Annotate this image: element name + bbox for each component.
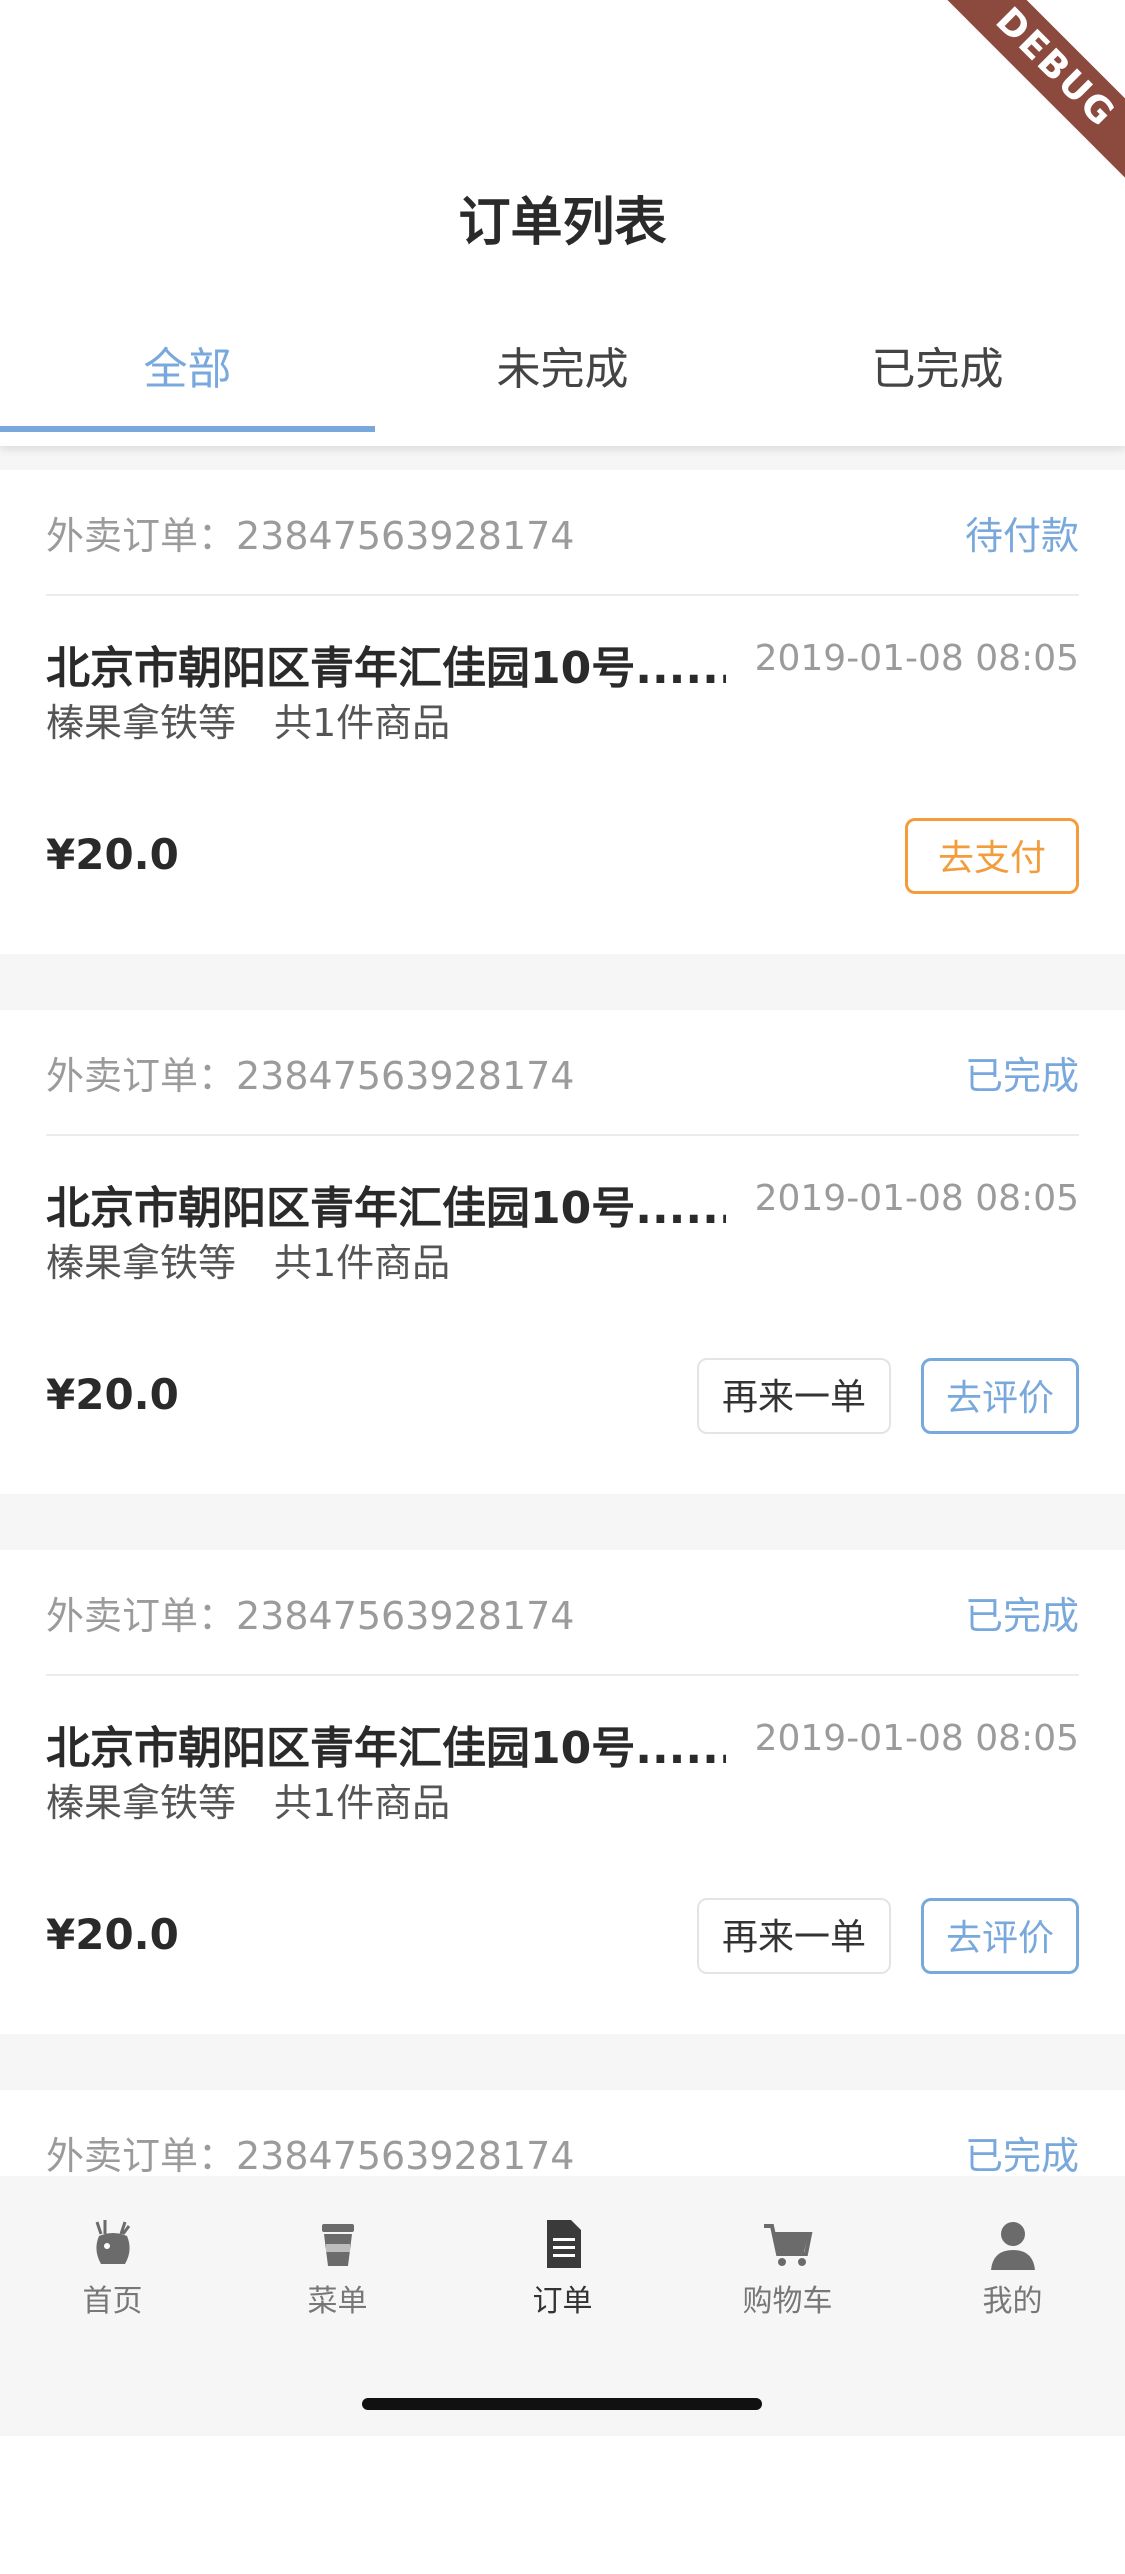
order-price: ¥20.0 bbox=[46, 1370, 179, 1419]
order-card-header: 外卖订单：23847563928174 已完成 bbox=[46, 1550, 1079, 1676]
review-button[interactable]: 去评价 bbox=[921, 1898, 1079, 1974]
cart-icon bbox=[763, 2224, 812, 2266]
order-actions: 再来一单 去评价 bbox=[697, 1358, 1079, 1434]
tabbar-label: 首页 bbox=[82, 2284, 143, 2319]
tabbar-label: 订单 bbox=[532, 2284, 593, 2319]
order-tabs: 全部 未完成 已完成 bbox=[0, 320, 1125, 440]
order-number: 外卖订单：23847563928174 bbox=[46, 513, 575, 558]
tab-finished[interactable]: 已完成 bbox=[750, 320, 1125, 440]
coffee-cup-icon bbox=[321, 2224, 354, 2266]
review-button[interactable]: 去评价 bbox=[921, 1358, 1079, 1434]
order-status: 待付款 bbox=[964, 513, 1079, 558]
order-actions: 再来一单 去评价 bbox=[697, 1898, 1079, 1974]
order-card-header: 外卖订单：23847563928174 已完成 bbox=[46, 1010, 1079, 1136]
tab-unfinished[interactable]: 未完成 bbox=[375, 320, 750, 440]
tabbar-item-cart[interactable]: 购物车 bbox=[675, 2216, 900, 2346]
reorder-button[interactable]: 再来一单 bbox=[697, 1358, 891, 1434]
tab-all[interactable]: 全部 bbox=[0, 320, 375, 440]
order-price: ¥20.0 bbox=[46, 830, 179, 879]
order-card[interactable]: 外卖订单：23847563928174 已完成 北京市朝阳区青年汇佳园10号..… bbox=[0, 1550, 1125, 2034]
goods-summary: 榛果拿铁等 共1件商品 bbox=[46, 1241, 451, 1285]
order-status: 已完成 bbox=[964, 1053, 1079, 1098]
order-price: ¥20.0 bbox=[46, 1910, 179, 1959]
tabbar-item-me[interactable]: 我的 bbox=[900, 2216, 1125, 2346]
reorder-button[interactable]: 再来一单 bbox=[697, 1898, 891, 1974]
delivery-address: 北京市朝阳区青年汇佳园10号...... bbox=[46, 1723, 726, 1774]
order-status: 已完成 bbox=[964, 2133, 1079, 2178]
order-card[interactable]: 外卖订单：23847563928174 待付款 北京市朝阳区青年汇佳园10号..… bbox=[0, 470, 1125, 954]
delivery-address: 北京市朝阳区青年汇佳园10号...... bbox=[46, 643, 726, 694]
delivery-address: 北京市朝阳区青年汇佳园10号...... bbox=[46, 1183, 726, 1234]
order-time: 2019-01-08 08:05 bbox=[754, 1178, 1079, 1219]
tabbar-label: 购物车 bbox=[742, 2284, 833, 2319]
tabbar-item-orders[interactable]: 订单 bbox=[450, 2216, 675, 2346]
bottom-tab-bar: 首页 菜单 订单 购物车 我的 bbox=[0, 2176, 1125, 2436]
person-icon bbox=[990, 2222, 1035, 2270]
order-time: 2019-01-08 08:05 bbox=[754, 1718, 1079, 1759]
goods-summary: 榛果拿铁等 共1件商品 bbox=[46, 1781, 451, 1825]
order-card-header: 外卖订单：23847563928174 待付款 bbox=[46, 470, 1079, 596]
order-actions: 去支付 bbox=[904, 818, 1079, 894]
order-card[interactable]: 外卖订单：23847563928174 已完成 北京市朝阳区青年汇佳园10号..… bbox=[0, 1010, 1125, 1494]
deer-icon bbox=[95, 2220, 130, 2264]
tabbar-item-menu[interactable]: 菜单 bbox=[225, 2216, 450, 2346]
order-number: 外卖订单：23847563928174 bbox=[46, 1053, 575, 1098]
order-number: 外卖订单：23847563928174 bbox=[46, 1593, 575, 1638]
header: 订单列表 全部 未完成 已完成 bbox=[0, 0, 1125, 446]
pay-button[interactable]: 去支付 bbox=[904, 818, 1079, 894]
tabbar-label: 我的 bbox=[982, 2284, 1043, 2319]
tabbar-item-home[interactable]: 首页 bbox=[0, 2216, 225, 2346]
home-indicator bbox=[362, 2398, 762, 2410]
tabbar-label: 菜单 bbox=[307, 2284, 368, 2319]
page-title: 订单列表 bbox=[458, 193, 667, 253]
goods-summary: 榛果拿铁等 共1件商品 bbox=[46, 701, 451, 745]
order-number: 外卖订单：23847563928174 bbox=[46, 2133, 575, 2178]
order-status: 已完成 bbox=[964, 1593, 1079, 1638]
order-time: 2019-01-08 08:05 bbox=[754, 638, 1079, 679]
document-icon bbox=[546, 2220, 581, 2268]
